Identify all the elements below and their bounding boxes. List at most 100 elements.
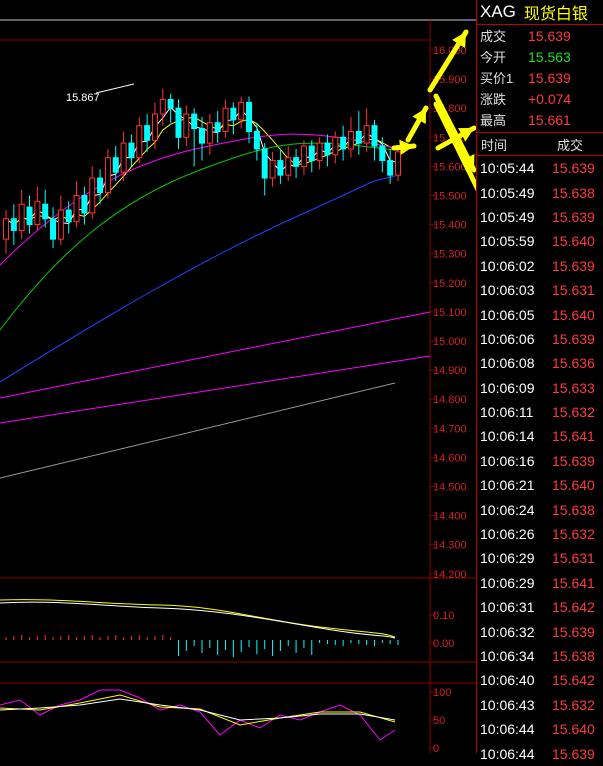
tick-row[interactable]: 10:05:49 15.639: [477, 205, 603, 229]
candle: [136, 125, 143, 159]
candle: [18, 203, 25, 231]
price-tick-label: 14.300: [433, 540, 467, 552]
candle: [89, 177, 96, 214]
tick-price: 15.638: [552, 648, 595, 664]
kdj-line: [0, 698, 396, 721]
tick-row[interactable]: 10:06:34 15.638: [477, 644, 603, 668]
candle: [269, 160, 276, 179]
price-tick-label: 14.700: [433, 423, 467, 435]
tick-price: 15.632: [552, 404, 595, 421]
tick-row[interactable]: 10:06:03 15.631: [477, 278, 603, 302]
tick-time: 10:06:29: [480, 574, 535, 591]
quote-side-panel: XAG 现货白银 成交 15.639 今开 15.563 买价1 15.639 涨跌 +0.0…: [476, 0, 603, 762]
col-time: 时间: [481, 137, 508, 153]
tick-time: 10:06:40: [480, 672, 535, 689]
tick-row[interactable]: 10:05:59 15.640: [477, 229, 603, 253]
symbol-code: XAG: [480, 2, 516, 21]
tick-price: 15.639: [552, 452, 595, 469]
tick-time: 10:06:11: [480, 404, 534, 421]
tick-row[interactable]: 10:06:40 15.642: [477, 668, 603, 692]
tick-time: 10:05:49: [480, 208, 535, 225]
tick-row[interactable]: 10:06:24 15.638: [477, 497, 603, 521]
candle: [128, 142, 135, 159]
tick-row[interactable]: 10:06:02 15.639: [477, 254, 603, 278]
quote-row: 买价1 15.639: [477, 67, 603, 88]
candle: [183, 113, 190, 138]
quote-label: 成交: [480, 29, 507, 44]
tick-row[interactable]: 10:06:14 15.641: [477, 424, 603, 448]
kline-chart[interactable]: 16.00015.90015.80015.70015.60015.50015.4…: [0, 0, 476, 753]
ticks-list[interactable]: 10:05:44 15.639 10:05:49 15.638 10:05:49 15.6…: [477, 156, 603, 766]
col-price: 成交: [557, 137, 584, 153]
candle: [261, 148, 268, 179]
tick-row[interactable]: 10:06:08 15.636: [477, 351, 603, 375]
kdj-axis-label: 0: [433, 743, 439, 753]
tick-time: 10:06:44: [480, 721, 535, 738]
tick-row[interactable]: 10:05:49 15.638: [477, 180, 603, 204]
ma-line: [0, 355, 431, 424]
candle: [230, 107, 237, 121]
candle: [81, 195, 88, 214]
tick-price: 15.632: [552, 526, 595, 543]
tick-row[interactable]: 10:06:26 15.632: [477, 522, 603, 546]
tick-time: 10:06:31: [480, 599, 535, 616]
kdj-axis-label: 50: [433, 715, 445, 727]
tick-row[interactable]: 10:06:16 15.639: [477, 449, 603, 473]
tick-row[interactable]: 10:06:43 15.632: [477, 693, 603, 717]
tick-row[interactable]: 10:06:44 15.639: [477, 741, 603, 765]
tick-row[interactable]: 10:06:09 15.633: [477, 376, 603, 400]
tick-price: 15.641: [552, 574, 595, 591]
quote-value: 15.639: [528, 69, 571, 86]
tick-row[interactable]: 10:06:29 15.631: [477, 546, 603, 570]
candle: [387, 160, 394, 176]
tick-row[interactable]: 10:06:44 15.640: [477, 717, 603, 741]
candle: [285, 157, 292, 176]
candle: [10, 218, 17, 231]
price-tick-label: 15.400: [433, 220, 467, 232]
tick-price: 15.638: [552, 184, 595, 201]
kline-chart-area[interactable]: 16.000 15.900 15.800 15.700 15.600 15.500 15.4…: [0, 0, 476, 753]
tick-price: 15.640: [552, 721, 595, 738]
ma-line: [0, 311, 431, 399]
tick-row[interactable]: 10:06:11 15.632: [477, 400, 603, 424]
quote-summary: 成交 15.639 今开 15.563 买价1 15.639 涨跌 +0.074 最高 15.66…: [477, 25, 603, 130]
tick-time: 10:05:44: [480, 160, 535, 177]
candle: [300, 145, 307, 167]
quote-header[interactable]: XAG 现货白银: [477, 0, 603, 25]
tick-time: 10:06:02: [480, 257, 535, 274]
tick-price: 15.640: [552, 477, 595, 494]
tick-row[interactable]: 10:06:32 15.639: [477, 619, 603, 643]
tick-row[interactable]: 10:06:06 15.639: [477, 327, 603, 351]
candle: [222, 107, 229, 132]
kdj-axis-label: 100: [433, 687, 451, 699]
candle: [340, 136, 347, 150]
tick-time: 10:06:06: [480, 330, 535, 347]
tick-row[interactable]: 10:06:21 15.640: [477, 473, 603, 497]
tick-price: 15.642: [552, 672, 595, 689]
candle: [206, 122, 213, 144]
candle: [3, 218, 9, 240]
tick-time: 10:06:32: [480, 623, 535, 640]
tick-row[interactable]: 10:05:44 15.639: [477, 156, 603, 180]
tick-time: 10:06:09: [480, 379, 535, 396]
candle: [395, 151, 401, 176]
candle: [65, 209, 72, 223]
tick-price: 15.631: [552, 282, 595, 299]
tick-price: 15.632: [552, 696, 595, 713]
quote-row: 涨跌 +0.074: [477, 88, 603, 109]
tick-time: 10:06:24: [480, 501, 535, 518]
tick-price: 15.636: [552, 355, 595, 372]
tick-price: 15.639: [552, 160, 595, 177]
tick-time: 10:06:14: [480, 428, 535, 445]
quote-row: 今开 15.563: [477, 46, 603, 67]
candle: [214, 122, 221, 132]
candle: [112, 157, 119, 173]
tick-row[interactable]: 10:06:31 15.642: [477, 595, 603, 619]
tick-price: 15.639: [552, 208, 595, 225]
candle: [97, 177, 104, 194]
candle: [253, 130, 260, 150]
tick-time: 10:05:49: [480, 184, 535, 201]
candle: [324, 142, 331, 156]
tick-row[interactable]: 10:06:29 15.641: [477, 571, 603, 595]
tick-row[interactable]: 10:06:05 15.640: [477, 302, 603, 326]
